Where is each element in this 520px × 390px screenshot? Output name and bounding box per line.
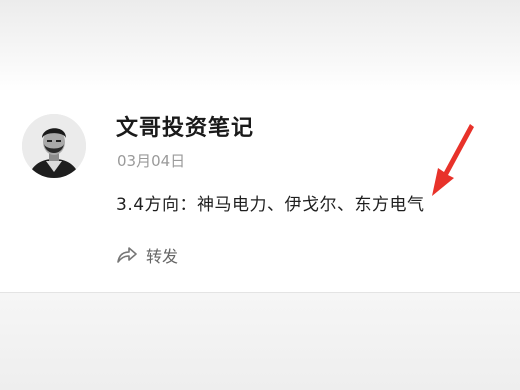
post-date: 03月04日: [117, 152, 186, 170]
bottom-background: [0, 292, 520, 390]
screenshot-page: 文哥投资笔记 03月04日 3.4方向：神马电力、伊戈尔、东方电气 转发: [0, 0, 520, 390]
post-text: 3.4方向：神马电力、伊戈尔、东方电气: [116, 195, 425, 215]
share-label: 转发: [146, 247, 179, 266]
author-avatar[interactable]: [22, 114, 86, 178]
top-background: [0, 0, 520, 92]
red-arrow-icon: [418, 118, 478, 198]
share-button[interactable]: 转发: [116, 242, 178, 268]
share-icon: [116, 245, 138, 265]
author-name[interactable]: 文哥投资笔记: [116, 110, 254, 142]
avatar-portrait-icon: [22, 114, 86, 178]
